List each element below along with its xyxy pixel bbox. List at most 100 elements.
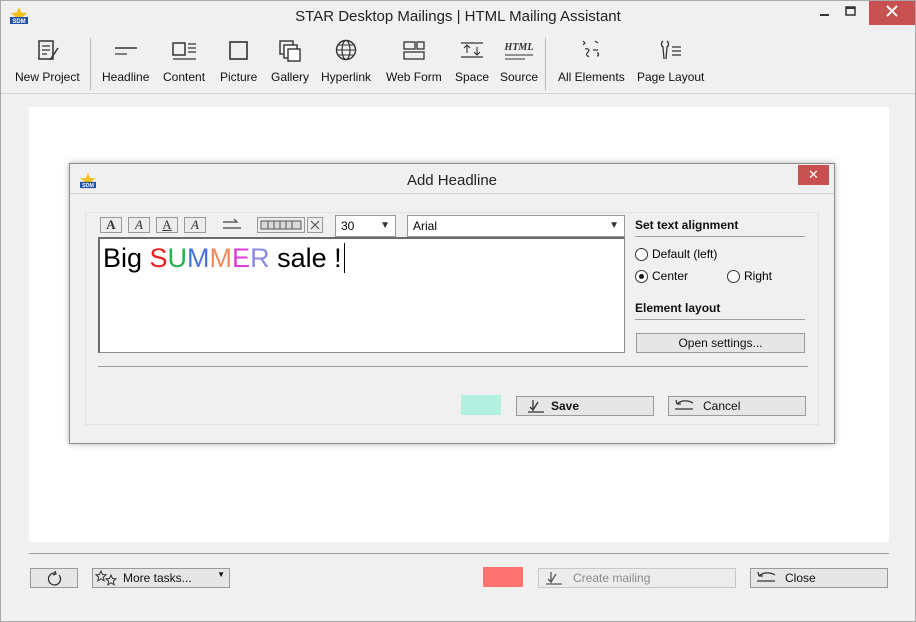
font-family-value: Arial [413,219,438,233]
window-close-button[interactable] [869,1,915,25]
main-toolbar: New Project Headline Content Picture Gal… [1,32,915,94]
divider [29,553,889,554]
refresh-button[interactable] [30,568,78,588]
toolbar-label: Hyperlink [321,70,372,84]
headline-letter-u: U [167,243,188,273]
toolbar-label: Picture [220,70,258,84]
toolbar-label: Source [500,70,539,84]
picture-icon [228,41,248,60]
close-button[interactable]: Close [750,568,888,588]
html-source-icon: HTML [504,42,534,60]
toolbar-gallery[interactable]: Gallery [271,38,309,90]
align-default-option[interactable]: Default (left) [635,247,717,261]
more-tasks-label: More tasks... [123,571,192,585]
toolbar-picture[interactable]: Picture [220,38,257,90]
toolbar-label: Headline [102,70,150,84]
toolbar-source[interactable]: HTML Source [500,38,538,90]
dialog-close-button[interactable]: ✕ [798,165,829,185]
more-tasks-dropdown[interactable]: More tasks... ▼ [92,568,230,588]
indent-button[interactable] [221,217,243,233]
font-size-value: 30 [341,219,355,233]
toolbar-label: Gallery [271,70,310,84]
bold-button[interactable]: A [100,217,122,233]
create-mailing-label: Create mailing [573,571,651,585]
alignment-heading: Set text alignment [635,218,739,232]
chevron-down-icon: ▼ [609,220,619,231]
align-center-label: Center [652,269,689,283]
close-icon [886,5,898,17]
minimize-icon [820,14,829,16]
toolbar-all-elements[interactable]: All Elements [558,38,625,90]
globe-icon [335,39,357,61]
headline-letter-m2: M [209,243,233,273]
cancel-label: Cancel [703,399,741,413]
toolbar-headline[interactable]: Headline [102,38,149,90]
maximize-icon [845,6,856,16]
italic-button[interactable]: A [128,217,150,233]
divider [635,236,805,237]
toolbar-label: Page Layout [637,70,705,84]
radio-button[interactable] [635,247,648,261]
html-text: HTML [504,42,534,53]
window-title: STAR Desktop Mailings | HTML Mailing Ass… [295,8,621,25]
refresh-icon [47,570,62,586]
divider [98,366,808,367]
toolbar-separator [545,38,546,90]
radio-button[interactable] [727,269,740,283]
cancel-button[interactable]: Cancel [668,396,806,416]
indent-icon [223,218,241,229]
open-settings-button[interactable]: Open settings... [636,333,805,353]
toolbar-label: All Elements [558,70,625,84]
new-project-icon [38,40,59,61]
headline-word: Big [103,243,150,273]
element-layout-heading: Element layout [635,301,721,315]
align-right-option[interactable]: Right [727,269,772,283]
dialog-title: Add Headline [406,172,498,189]
create-mailing-button[interactable]: Create mailing [538,568,736,588]
headline-text: Big SUMMER sale ! [103,243,345,274]
undo-arrow-icon [757,571,776,582]
undo-arrow-icon [675,399,694,410]
status-color-swatch [483,567,523,587]
maximize-button[interactable] [837,1,865,25]
toolbar-content[interactable]: Content [163,38,205,90]
font-family-select[interactable]: Arial ▼ [407,215,625,237]
toolbar-space[interactable]: Space [455,38,489,90]
toolbar-label: Content [163,70,206,84]
headline-letter-m1: M [187,243,210,273]
color-bar-button[interactable] [257,217,305,233]
color-bar-icon [260,220,302,230]
divider [635,319,805,320]
save-button[interactable]: Save [516,396,654,416]
web-form-icon [403,41,425,60]
space-icon [461,42,484,58]
chevron-down-icon: ▼ [380,220,390,231]
headline-icon [114,47,137,55]
save-icon [528,400,544,413]
text-style-button[interactable]: A [184,217,206,233]
toolbar-page-layout[interactable]: Page Layout [637,38,704,90]
align-default-label: Default (left) [652,247,718,261]
headline-letter-e: E [232,243,251,273]
toolbar-hyperlink[interactable]: Hyperlink [321,38,371,90]
minimize-button[interactable] [811,1,839,25]
underline-button[interactable]: A [156,217,178,233]
toolbar-label: Web Form [386,70,442,84]
font-size-select[interactable]: 30 ▼ [335,215,396,237]
save-label: Save [551,399,580,413]
background-color-swatch[interactable] [461,395,501,415]
dialog-title-bar: SDM Add Headline ✕ [70,164,834,194]
align-right-label: Right [744,269,773,283]
headline-editor[interactable]: Big SUMMER sale ! [98,237,625,353]
headline-letter-s: S [149,243,168,273]
toolbar-label: New Project [15,70,80,84]
toolbar-new-project[interactable]: New Project [15,38,80,90]
align-center-option[interactable]: Center [635,269,688,283]
close-label: Close [785,571,816,585]
page-layout-icon [660,40,681,60]
app-window: SDM STAR Desktop Mailings | HTML Mailing… [0,0,916,622]
title-bar: SDM STAR Desktop Mailings | HTML Mailing… [1,1,915,32]
radio-button-checked[interactable] [635,269,648,283]
clear-format-button[interactable] [307,217,323,233]
toolbar-web-form[interactable]: Web Form [386,38,442,90]
